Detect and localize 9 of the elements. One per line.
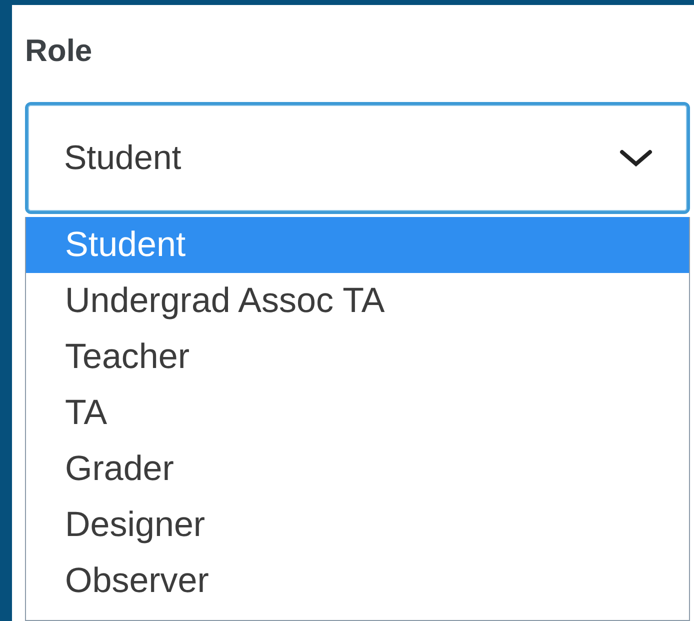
field-label: Role: [25, 33, 92, 69]
option-item[interactable]: Grader: [26, 441, 689, 497]
option-item[interactable]: Observer: [26, 553, 689, 609]
role-dropdown[interactable]: Student: [25, 102, 690, 214]
option-item[interactable]: TA: [26, 385, 689, 441]
option-item[interactable]: Undergrad Assoc TA: [26, 273, 689, 329]
chevron-down-icon: [619, 148, 653, 168]
option-item[interactable]: Designer: [26, 497, 689, 553]
option-item[interactable]: Teacher: [26, 329, 689, 385]
